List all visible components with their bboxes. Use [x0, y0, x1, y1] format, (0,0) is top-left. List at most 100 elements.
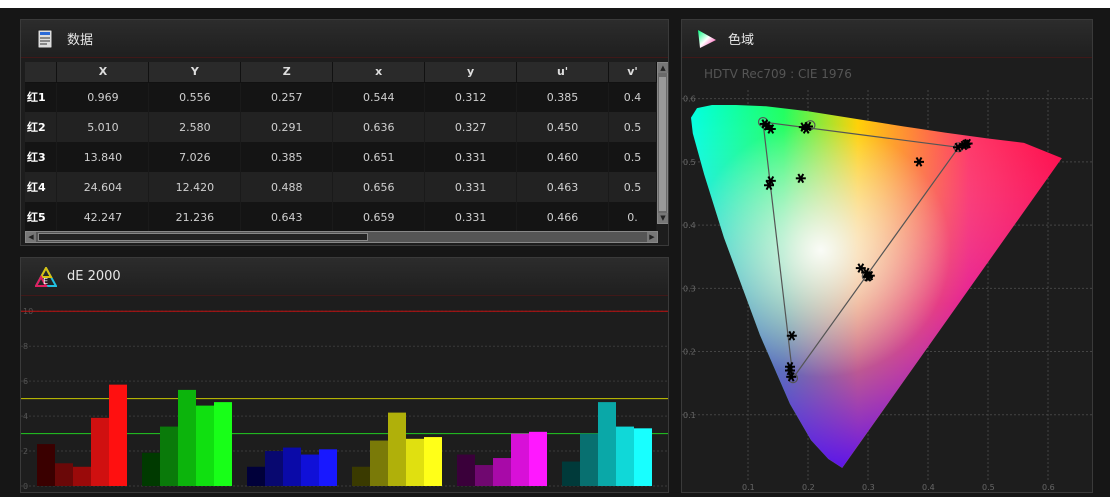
column-header[interactable]: Z [240, 62, 334, 83]
table-row[interactable]: 红2 5.010 2.580 0.291 0.636 0.327 0.450 0.5 [25, 112, 657, 142]
bar [598, 402, 616, 486]
table-header-row: X Y Zx y u' v' [25, 62, 657, 83]
bar [493, 458, 511, 486]
row-label: 红2 [25, 112, 58, 142]
table-cell: 21.236 [148, 202, 242, 232]
table-cell: 0.544 [332, 82, 426, 112]
bar [424, 437, 442, 486]
table-cell: 12.420 [148, 172, 242, 202]
color-gamut-icon [696, 29, 716, 49]
table-cell: 5.010 [56, 112, 150, 142]
x-tick-label: 0.6 [1042, 483, 1055, 492]
bar [457, 454, 475, 486]
row-label: 红1 [25, 82, 58, 112]
scroll-down-arrow-icon[interactable]: ▼ [658, 213, 668, 223]
y-tick-label: 0 [23, 482, 28, 491]
y-tick-label: 0.2 [683, 348, 696, 357]
table-cell: 0.969 [56, 82, 150, 112]
gamut-panel-header: 色域 [682, 20, 1092, 58]
de-panel-title: dE 2000 [67, 269, 121, 284]
table-cell: 0.291 [240, 112, 334, 142]
bar [214, 402, 232, 486]
data-table: X Y Zx y u' v' 红1 0.969 0.556 0.257 0.544 0.312 0.3… [25, 62, 657, 232]
table-cell: 0.5 [608, 172, 657, 202]
column-header[interactable]: y [424, 62, 518, 83]
table-cell: 0.659 [332, 202, 426, 232]
cie-gamut-chart: HDTV Rec709 : CIE 1976 0.1 0.2 0.3 0.4 0.5 0.6… [682, 67, 1092, 492]
table-row[interactable]: 红1 0.969 0.556 0.257 0.544 0.312 0.385 0.4 [25, 82, 657, 112]
y-tick-label: 0.1 [683, 411, 696, 420]
y-tick-label: 0.3 [683, 284, 696, 293]
table-cell: 0.257 [240, 82, 334, 112]
bar [142, 452, 160, 486]
table-cell: 0.331 [424, 142, 518, 172]
bar [616, 426, 634, 486]
bar [319, 449, 337, 486]
horizontal-scrollbar[interactable]: ◀ ▶ [25, 231, 658, 243]
svg-text:E: E [43, 277, 48, 286]
scroll-right-arrow-icon[interactable]: ▶ [647, 232, 657, 242]
bar [562, 461, 580, 486]
horizontal-scroll-thumb[interactable] [38, 233, 368, 241]
column-header[interactable]: v' [608, 62, 657, 83]
document-icon [35, 29, 55, 49]
table-cell: 0.385 [240, 142, 334, 172]
table-cell: 0.643 [240, 202, 334, 232]
y-tick-label: 0.6 [683, 95, 696, 104]
table-cell: 0.466 [516, 202, 610, 232]
table-row[interactable]: 红4 24.604 12.420 0.488 0.656 0.331 0.463 0.5 [25, 172, 657, 202]
gamut-panel-title: 色域 [728, 33, 755, 48]
y-tick-label: 0.5 [683, 158, 696, 167]
x-tick-label: 0.1 [742, 483, 755, 492]
bar [529, 431, 547, 486]
row-label: 红3 [25, 142, 58, 172]
bar [580, 433, 598, 486]
column-header[interactable]: X [56, 62, 150, 83]
de2000-panel: E dE 2000 0 2 4 6 8 10 [20, 257, 669, 493]
scroll-up-arrow-icon[interactable]: ▲ [658, 63, 668, 73]
table-cell: 0.331 [424, 172, 518, 202]
gamut-panel: 色域 HDTV Rec709 : CIE 1976 0.1 0.2 0.3 0.4 0.5… [681, 19, 1093, 493]
table-cell: 0. [608, 202, 657, 232]
x-tick-label: 0.4 [922, 483, 935, 492]
y-tick-label: 4 [23, 412, 28, 421]
table-cell: 0.385 [516, 82, 610, 112]
row-label: 红5 [25, 202, 58, 232]
table-cell: 24.604 [56, 172, 150, 202]
y-tick-label: 2 [23, 447, 28, 456]
de2000-bar-chart: 0246810 [21, 307, 668, 491]
bar [406, 438, 424, 486]
bar [352, 466, 370, 486]
gamut-subtitle: HDTV Rec709 : CIE 1976 [704, 67, 852, 81]
table-cell: 0.331 [424, 202, 518, 232]
data-panel-header: 数据 [21, 20, 668, 58]
white-point-glow [691, 104, 1062, 468]
bar [388, 412, 406, 486]
table-cell: 0.656 [332, 172, 426, 202]
bar [634, 428, 652, 486]
bar [55, 463, 73, 486]
table-row[interactable]: 红3 13.840 7.026 0.385 0.651 0.331 0.460 0.5 [25, 142, 657, 172]
bar [91, 417, 109, 486]
table-row[interactable]: 红5 42.247 21.236 0.643 0.659 0.331 0.466 0. [25, 202, 657, 232]
column-header[interactable]: x [332, 62, 426, 83]
column-header[interactable]: u' [516, 62, 610, 83]
table-cell: 0.312 [424, 82, 518, 112]
table-cell: 0.463 [516, 172, 610, 202]
vertical-scroll-thumb[interactable] [659, 77, 666, 211]
column-header[interactable]: Y [148, 62, 242, 83]
bar [109, 384, 127, 486]
y-tick-label: 0.4 [683, 221, 696, 230]
column-header[interactable] [25, 62, 58, 83]
bar [265, 451, 283, 486]
table-cell: 0.636 [332, 112, 426, 142]
window-top-strip [0, 0, 1110, 8]
bar [283, 447, 301, 486]
x-tick-label: 0.2 [802, 483, 815, 492]
vertical-scrollbar[interactable]: ▲ ▼ [657, 62, 668, 224]
delta-e-icon: E [34, 265, 58, 287]
table-cell: 0.450 [516, 112, 610, 142]
table-cell: 0.5 [608, 112, 657, 142]
table-cell: 0.460 [516, 142, 610, 172]
scroll-left-arrow-icon[interactable]: ◀ [26, 232, 36, 242]
